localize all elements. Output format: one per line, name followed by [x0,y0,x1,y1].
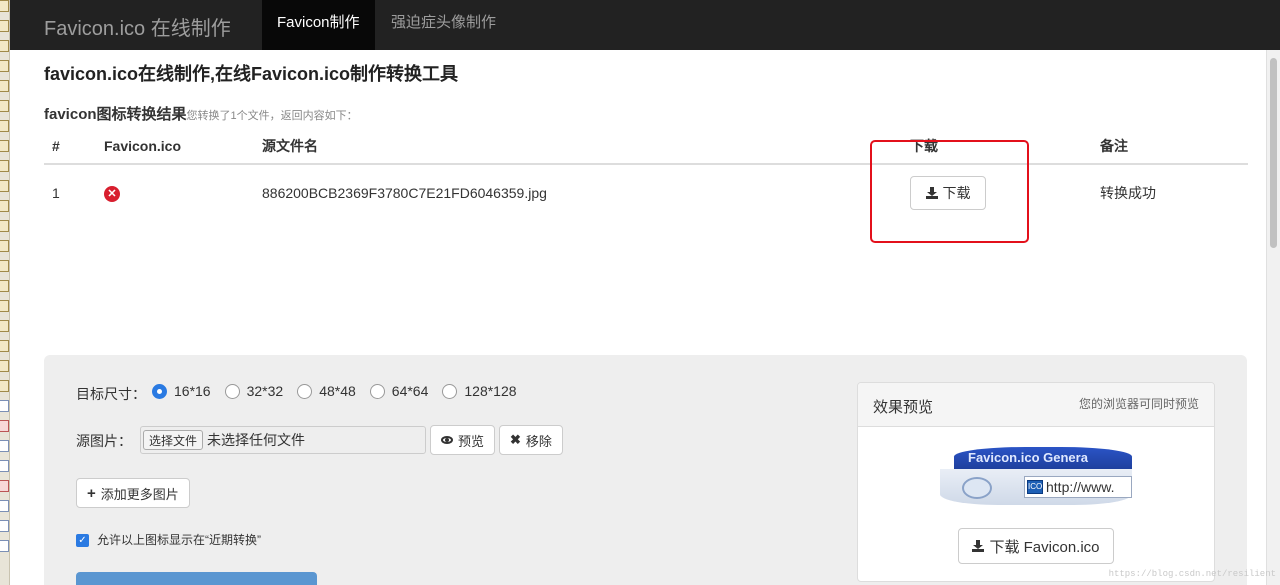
table-row: 1 ✕ 886200BCB2369F3780C7E21FD6046359.jpg… [44,164,1248,220]
row-num: 1 [52,184,60,201]
header-favicon: Favicon.ico [96,128,254,165]
ico-icon: ICO [1027,480,1043,494]
upload-form-panel: 目标尺寸： 16*16 32*32 48*48 64*64 128*128 源图… [44,355,1247,585]
watermark: https://blog.csdn.net/resilient [1108,569,1276,579]
tab-favicon[interactable]: Favicon制作 [262,0,375,50]
remove-button-label: 移除 [525,433,552,449]
recent-checkbox-label: 允许以上图标显示在“近期转换” [97,533,261,547]
result-table: # Favicon.ico 源文件名 下载 备注 1 ✕ 886200BCB23… [44,128,1248,220]
result-note: 您转换了1个文件，返回内容如下： [186,110,358,122]
navbar: Favicon.ico 在线制作 Favicon制作 强迫症头像制作 [10,0,1280,50]
radio-dot-icon[interactable] [152,383,167,399]
radio-dot-icon[interactable] [369,383,385,399]
browser-art-title: Favicon.ico Genera [954,447,1132,471]
add-more-images-button[interactable]: + 添加更多图片 [76,478,190,508]
table-header-row: # Favicon.ico 源文件名 下载 备注 [44,128,1248,165]
result-heading: favicon图标转换结果您转换了1个文件，返回内容如下： [44,103,358,124]
scrollbar-thumb[interactable] [1270,58,1277,248]
radio-dot-icon[interactable] [297,383,313,399]
radio-dot-icon[interactable] [224,383,240,399]
result-title: favicon图标转换结果 [44,106,187,123]
header-note: 备注 [1092,128,1248,165]
browser-art-url: ICO http://www. [1024,476,1132,498]
size-option-64[interactable]: 64*64 [369,383,429,399]
size-option-label: 32*32 [246,383,284,399]
preview-button-label: 预览 [458,433,485,449]
page-title: favicon.ico在线制作,在线Favicon.ico制作转换工具 [44,64,459,84]
size-option-16[interactable]: 16*16 [152,383,211,399]
download-favicon-label: 下载 Favicon.ico [989,538,1100,556]
header-num: # [44,128,96,165]
row-favicon: ✕ [96,164,254,220]
download-icon [972,540,985,552]
size-option-label: 128*128 [464,383,517,399]
remove-button[interactable]: ✖ 移除 [499,425,563,455]
browser-preview-image: Favicon.ico Genera ICO http://www. [940,447,1132,507]
size-radio-group: 16*16 32*32 48*48 64*64 128*128 [152,383,517,399]
plus-icon: + [87,484,96,502]
preview-header: 效果预览 您的浏览器可同时预览 [858,383,1214,427]
file-status: 未选择任何文件 [207,432,306,448]
size-label: 目标尺寸： [76,386,146,402]
size-option-48[interactable]: 48*48 [297,383,356,399]
choose-file-button[interactable]: 选择文件 [143,430,204,450]
browser-art-toolbar: ICO http://www. [940,469,1132,505]
row-note: 转换成功 [1100,184,1156,201]
size-option-label: 16*16 [174,383,211,399]
preview-title: 效果预览 [873,399,934,416]
browser-back-icon [962,477,992,499]
recent-checkbox[interactable]: ✓ [76,534,89,547]
size-option-label: 48*48 [319,383,356,399]
annotation-highlight-box [870,140,1029,243]
radio-dot-icon[interactable] [442,383,458,399]
favicon-preview-icon: ✕ [104,185,120,202]
preview-subtitle: 您的浏览器可同时预览 [1078,397,1199,411]
eye-icon [441,436,453,444]
close-icon: ✖ [510,432,521,447]
size-option-32[interactable]: 32*32 [224,383,284,399]
row-filename: 886200BCB2369F3780C7E21FD6046359.jpg [262,184,547,201]
size-option-128[interactable]: 128*128 [442,383,517,399]
scrollbar[interactable] [1266,50,1280,585]
browser-url-text: http://www. [1046,479,1115,495]
page: Favicon.ico 在线制作 Favicon制作 强迫症头像制作 favic… [0,0,1280,585]
source-label: 源图片： [76,433,132,449]
file-strip [0,0,10,585]
file-input[interactable]: 选择文件 未选择任何文件 [140,426,426,454]
submit-button[interactable] [76,572,317,585]
size-option-label: 64*64 [391,383,429,399]
preview-button[interactable]: 预览 [430,425,496,455]
header-filename: 源文件名 [254,128,902,165]
preview-panel: 效果预览 您的浏览器可同时预览 Favicon.ico Genera ICO h… [857,382,1215,582]
brand-logo[interactable]: Favicon.ico 在线制作 [44,12,231,41]
add-more-label: 添加更多图片 [100,486,179,502]
download-favicon-button[interactable]: 下载 Favicon.ico [958,528,1114,564]
tab-avatar[interactable]: 强迫症头像制作 [376,0,511,50]
